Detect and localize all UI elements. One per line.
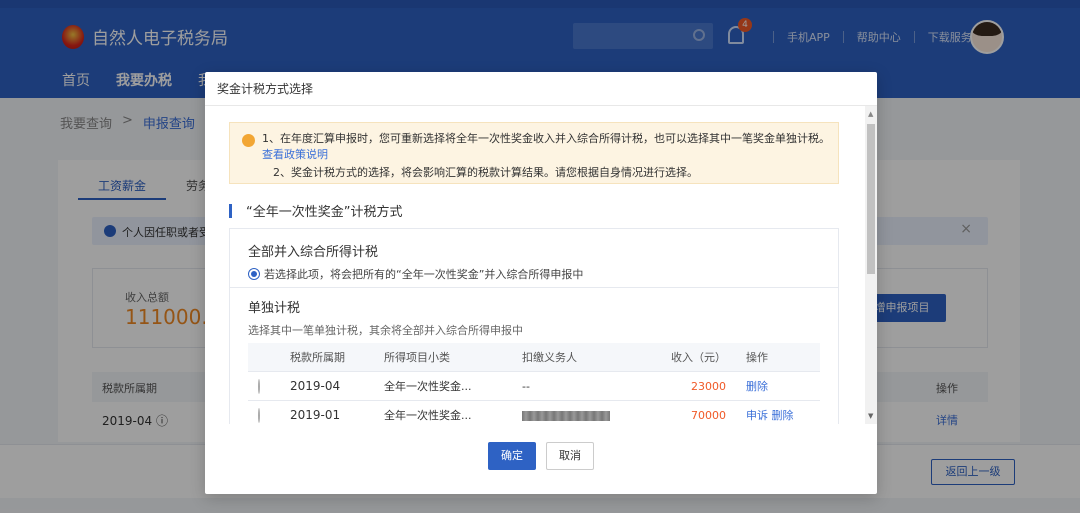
warning-line-2: 2、奖金计税方式的选择，将会影响汇算的税款计算结果。请您根据自身情况进行选择。: [273, 166, 698, 179]
warning-line-1: 1、在年度汇算申报时，您可重新选择将全年一次性奖金收入并入综合所得计税，也可以选…: [262, 132, 830, 161]
scroll-down-icon[interactable]: ▼: [868, 412, 873, 420]
policy-link[interactable]: 查看政策说明: [262, 148, 328, 161]
scrollbar-thumb[interactable]: [867, 124, 875, 274]
radio-button[interactable]: [258, 379, 260, 394]
col-action: 操作: [746, 351, 768, 364]
warning-icon: [242, 134, 255, 147]
row-radio[interactable]: [258, 401, 264, 424]
row-actions: 申诉 删除: [746, 401, 794, 424]
dialog-title: 奖金计税方式选择: [205, 72, 877, 106]
section-title: “全年一次性奖金”计税方式: [229, 201, 402, 220]
row-period: 2019-01: [290, 408, 341, 422]
row-category: 全年一次性奖金...: [384, 380, 472, 393]
row-income: 23000: [691, 380, 726, 393]
option-separate-title: 单独计税: [248, 301, 301, 316]
table-row: 2019-01 全年一次性奖金... 70000 申诉 删除: [248, 401, 820, 424]
tax-method-options: 全部并入综合所得计税 若选择此项，将会把所有的“全年一次性奖金”并入综合所得申报…: [229, 228, 839, 424]
option-merge-desc: 若选择此项，将会把所有的“全年一次性奖金”并入综合所得申报中: [264, 268, 584, 281]
option-merge-title: 全部并入综合所得计税: [248, 245, 379, 260]
row-income: 70000: [691, 409, 726, 422]
col-income: 收入（元）: [671, 351, 726, 364]
confirm-button[interactable]: 确定: [488, 442, 536, 470]
scroll-up-icon[interactable]: ▲: [868, 110, 873, 118]
table-header: 税款所属期 所得项目小类 扣缴义务人 收入（元） 操作: [248, 343, 820, 372]
bonus-table: 税款所属期 所得项目小类 扣缴义务人 收入（元） 操作 2019-04 全年一次…: [248, 343, 820, 424]
row-category: 全年一次性奖金...: [384, 409, 472, 422]
option-merge: 全部并入综合所得计税 若选择此项，将会把所有的“全年一次性奖金”并入综合所得申报…: [248, 241, 583, 282]
redacted-block: [522, 411, 610, 421]
option-separate: 单独计税 选择其中一笔单独计税，其余将全部并入综合所得申报中: [248, 297, 523, 338]
row-radio[interactable]: [258, 372, 264, 401]
col-period: 税款所属期: [290, 351, 345, 364]
option-separate-desc: 选择其中一笔单独计税，其余将全部并入综合所得申报中: [248, 324, 523, 337]
radio-button[interactable]: [258, 408, 260, 423]
delete-link[interactable]: 删除: [772, 409, 794, 422]
col-category: 所得项目小类: [384, 351, 450, 364]
divider: [230, 287, 838, 288]
cancel-button[interactable]: 取消: [546, 442, 594, 470]
appeal-link[interactable]: 申诉: [746, 409, 768, 422]
row-payer: --: [522, 380, 530, 393]
section-accent-bar: [229, 203, 232, 218]
delete-link[interactable]: 删除: [746, 372, 768, 401]
dialog-scrollbar[interactable]: ▲ ▼: [865, 106, 877, 424]
row-payer-redacted: [522, 401, 610, 424]
table-row: 2019-04 全年一次性奖金... -- 23000 删除: [248, 372, 820, 401]
dialog-footer: 确定 取消: [205, 424, 877, 494]
row-period: 2019-04: [290, 379, 341, 393]
bonus-tax-method-dialog: 奖金计税方式选择 1、在年度汇算申报时，您可重新选择将全年一次性奖金收入并入综合…: [205, 72, 877, 494]
warning-notice: 1、在年度汇算申报时，您可重新选择将全年一次性奖金收入并入综合所得计税，也可以选…: [229, 122, 839, 184]
radio-button[interactable]: [248, 268, 260, 280]
col-payer: 扣缴义务人: [522, 351, 577, 364]
option-merge-radio[interactable]: 若选择此项，将会把所有的“全年一次性奖金”并入综合所得申报中: [248, 266, 583, 282]
dialog-body: 1、在年度汇算申报时，您可重新选择将全年一次性奖金收入并入综合所得计税，也可以选…: [205, 106, 865, 424]
